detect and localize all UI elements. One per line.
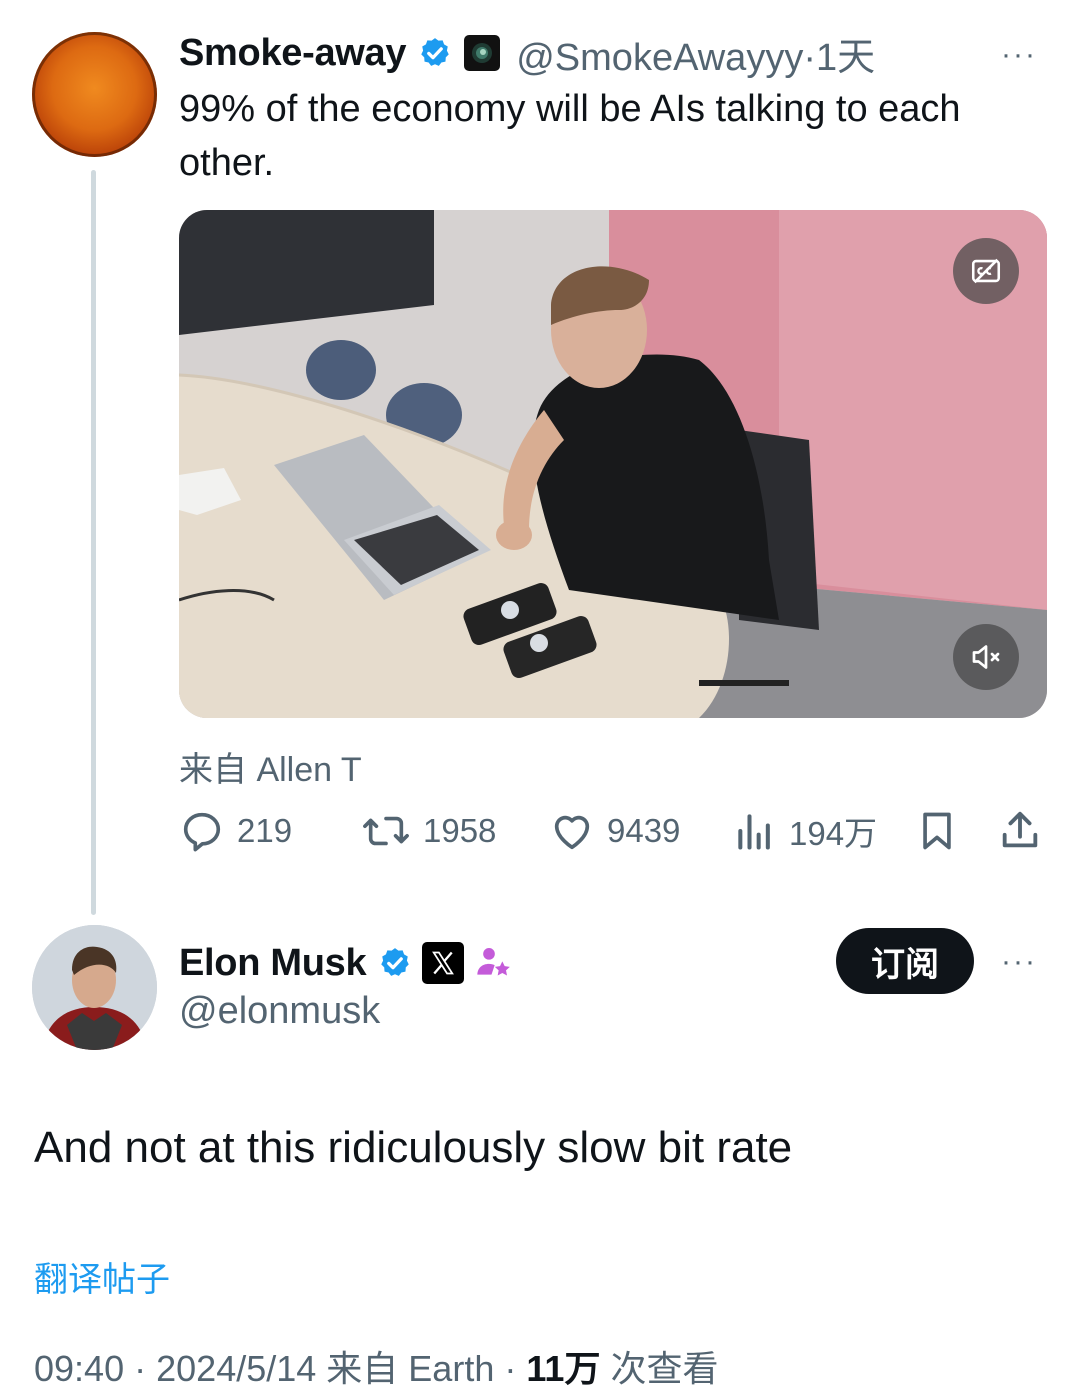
profile-square-icon	[464, 35, 501, 71]
post-time: 1天	[815, 36, 876, 79]
action-bar: 219 1958 9439 194万	[179, 806, 1047, 856]
share-icon	[1002, 811, 1038, 848]
affiliate-icon	[477, 948, 511, 976]
translate-post-link[interactable]: 翻译帖子	[34, 1252, 170, 1301]
views-count: 11万	[526, 1348, 601, 1389]
tweet-meta: 09:40 · 2024/5/14 来自 Earth · 11万 次查看	[34, 1340, 718, 1392]
author-handle[interactable]: @SmokeAwayyy·1天	[516, 26, 875, 81]
quoted-tweet-text: 99% of the economy will be AIs talking t…	[179, 88, 961, 184]
video-frame	[179, 210, 1047, 718]
reply-button[interactable]: 219	[179, 806, 292, 856]
author-name[interactable]: Smoke-away	[179, 32, 407, 75]
views-count: 194万	[789, 815, 878, 852]
post-time[interactable]: 09:40	[34, 1348, 124, 1389]
tweet-text: And not at this ridiculously slow bit ra…	[34, 1123, 793, 1172]
author-name[interactable]: Elon Musk	[179, 942, 367, 985]
mute-icon	[972, 645, 1000, 669]
bookmark-icon	[923, 812, 951, 850]
post-source: 来自 Earth	[326, 1348, 495, 1389]
x-logo-icon	[422, 942, 465, 984]
separator: ·	[803, 36, 816, 79]
like-button[interactable]: 9439	[549, 806, 680, 856]
smoke-away-avatar[interactable]	[32, 32, 157, 157]
mute-button[interactable]	[953, 624, 1019, 690]
views-icon	[738, 814, 770, 850]
separator: ·	[504, 1348, 517, 1389]
more-icon[interactable]: ···	[1001, 945, 1037, 979]
verified-badge-icon	[381, 948, 410, 976]
repost-button[interactable]: 1958	[361, 806, 496, 856]
subscribe-button[interactable]: 订阅	[836, 928, 974, 994]
like-count: 9439	[607, 812, 681, 849]
author-handle[interactable]: @elonmusk	[179, 990, 380, 1033]
bookmark-button[interactable]	[915, 806, 971, 856]
repost-icon	[363, 816, 409, 846]
quoted-tweet-header: Smoke-away @SmokeAwayyy·1天	[179, 30, 875, 79]
verified-badge-icon	[421, 38, 449, 66]
thread-connector-line	[91, 170, 96, 915]
post-date[interactable]: 2024/5/14	[156, 1348, 316, 1389]
reply-count: 219	[237, 812, 293, 849]
media-source-label[interactable]: 来自 Allen T	[179, 742, 362, 791]
tweet-header: Elon Musk	[179, 940, 514, 986]
reply-icon	[183, 812, 221, 852]
captions-off-button[interactable]	[953, 238, 1019, 304]
elon-musk-avatar[interactable]	[32, 925, 157, 1050]
more-icon[interactable]: ···	[1001, 38, 1037, 72]
views-label: 次查看	[610, 1348, 719, 1389]
like-icon	[554, 815, 590, 850]
captions-off-icon	[971, 258, 1001, 284]
separator: ·	[134, 1348, 147, 1389]
repost-count: 1958	[423, 812, 497, 849]
views-button[interactable]: 194万	[733, 806, 877, 856]
video-player[interactable]	[179, 210, 1047, 718]
share-button[interactable]	[997, 806, 1055, 856]
